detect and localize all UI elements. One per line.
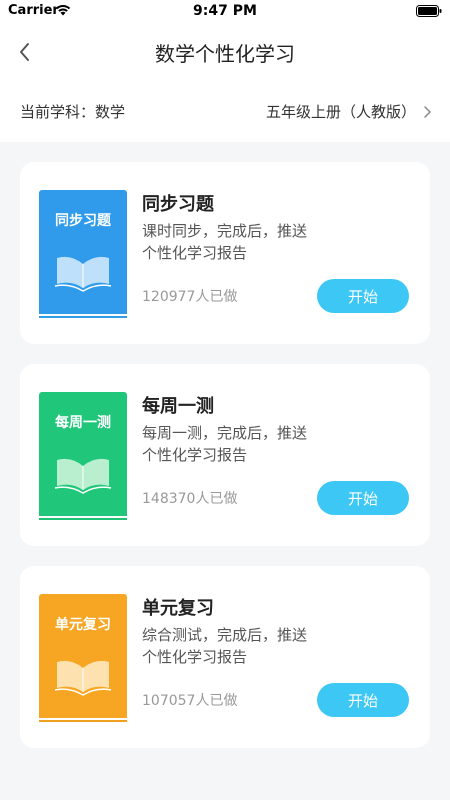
- book-cover-label: 同步习题: [55, 213, 111, 229]
- card-description-line: 个性化学习报告: [142, 446, 248, 464]
- card-description-line: 每周一测，完成后，推送: [142, 424, 308, 442]
- open-book-icon: [54, 660, 112, 696]
- status-time: 9:47 PM: [193, 3, 257, 19]
- start-button[interactable]: 开始: [317, 683, 409, 717]
- practice-card-sync: 同步习题 同步习题 课时同步，完成后，推送 个性化学习报告 120977人已做 …: [20, 162, 430, 344]
- grade-selector[interactable]: 五年级上册（人教版）: [266, 101, 432, 122]
- open-book-icon: [54, 458, 112, 494]
- start-button[interactable]: 开始: [317, 279, 409, 313]
- book-base: [39, 314, 127, 318]
- status-bar: Carrier 9:47 PM: [0, 0, 450, 24]
- card-title: 每周一测: [142, 396, 214, 417]
- card-description-line: 综合测试，完成后，推送: [142, 626, 308, 644]
- card-description-line: 个性化学习报告: [142, 648, 248, 666]
- book-cover: 同步习题: [39, 190, 127, 318]
- battery-icon: [416, 5, 442, 17]
- card-description-line: 个性化学习报告: [142, 244, 248, 262]
- book-cover: 每周一测: [39, 392, 127, 520]
- practice-card-weekly: 每周一测 每周一测 每周一测，完成后，推送 个性化学习报告 148370人已做 …: [20, 364, 430, 546]
- navigation-bar: 数学个性化学习: [0, 24, 450, 80]
- book-base: [39, 718, 127, 722]
- book-cover-label: 单元复习: [55, 617, 111, 633]
- completion-count: 107057人已做: [142, 693, 238, 709]
- page-title: 数学个性化学习: [155, 42, 295, 66]
- card-description: 课时同步，完成后，推送 个性化学习报告: [142, 220, 332, 264]
- card-title: 单元复习: [142, 598, 214, 619]
- book-base: [39, 516, 127, 520]
- start-button[interactable]: 开始: [317, 481, 409, 515]
- current-subject-label: 当前学科：数学: [20, 103, 126, 121]
- card-description: 每周一测，完成后，推送 个性化学习报告: [142, 422, 332, 466]
- book-cover: 单元复习: [39, 594, 127, 722]
- completion-count: 148370人已做: [142, 491, 238, 507]
- book-cover-label: 每周一测: [55, 415, 111, 431]
- subject-bar: 当前学科：数学 五年级上册（人教版）: [0, 80, 450, 142]
- chevron-right-icon: [424, 105, 431, 118]
- grade-label: 五年级上册（人教版）: [265, 103, 416, 121]
- card-title: 同步习题: [142, 194, 214, 215]
- practice-card-unit-review: 单元复习 单元复习 综合测试，完成后，推送 个性化学习报告 107057人已做 …: [20, 566, 430, 748]
- completion-count: 120977人已做: [142, 289, 238, 305]
- open-book-icon: [54, 256, 112, 292]
- card-description-line: 课时同步，完成后，推送: [142, 222, 308, 240]
- card-description: 综合测试，完成后，推送 个性化学习报告: [142, 624, 332, 668]
- practice-list: 同步习题 同步习题 课时同步，完成后，推送 个性化学习报告 120977人已做 …: [20, 162, 430, 768]
